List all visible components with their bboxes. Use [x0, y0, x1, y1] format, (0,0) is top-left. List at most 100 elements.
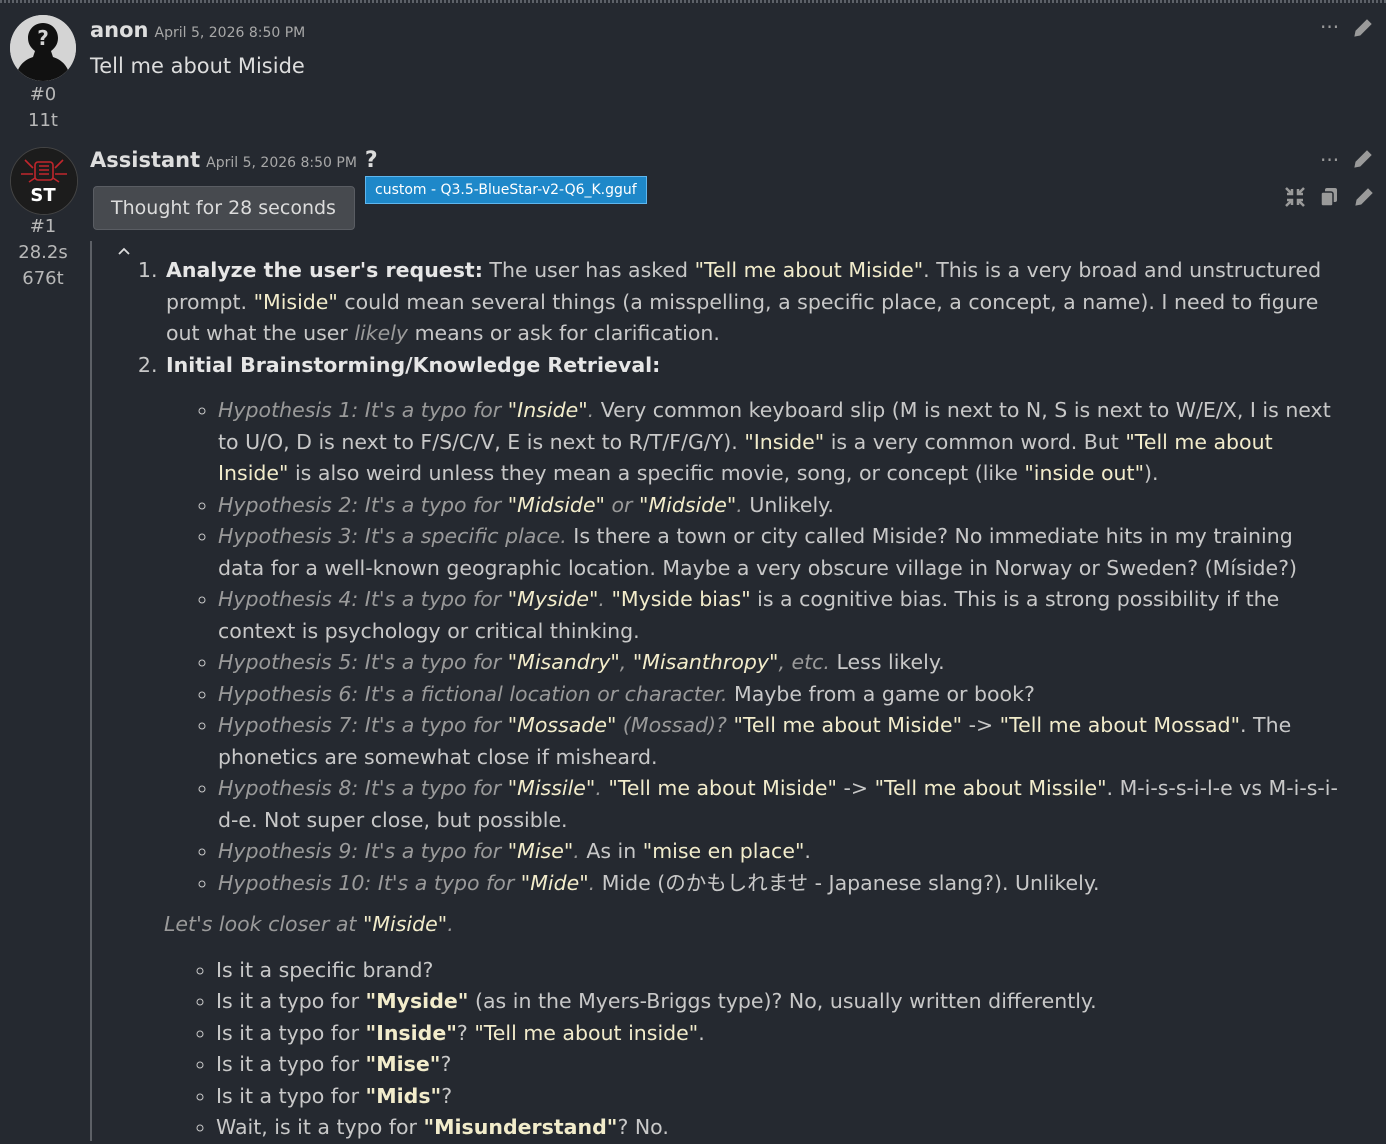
quote: "Tell me about Miside" [608, 776, 837, 800]
message-meta: #0 11t [0, 82, 86, 134]
text: (as in the Myers-Briggs type)? No, usual… [468, 989, 1097, 1013]
text: ? [456, 1020, 475, 1045]
quote: "Tell me about Miside" [733, 713, 963, 737]
text: is also weird unless they mean a specifi… [288, 461, 1025, 485]
hypothesis-lead: Hypothesis 2: It's a typo for [218, 492, 508, 517]
step-label: Initial Brainstorming/Knowledge Retrieva… [166, 352, 661, 377]
list-item: Is it a typo for "Inside"? "Tell me abou… [216, 1018, 1266, 1050]
hypothesis-lead: Hypothesis 4: It's a typo for [218, 587, 508, 611]
pencil-icon[interactable] [1352, 17, 1374, 42]
punct: . [595, 776, 602, 800]
quote: "Myside bias" [611, 587, 751, 611]
copy-icon[interactable] [1319, 186, 1339, 211]
quote: "Tell me about Missile" [874, 776, 1107, 800]
reasoning-steps: Analyze the user's request: The user has… [92, 255, 1339, 899]
reasoning-block: Analyze the user's request: The user has… [90, 241, 1342, 1141]
list-item: Hypothesis 9: It's a typo for "Mise". As… [218, 836, 1339, 868]
thought-toggle-button[interactable]: Thought for 28 seconds [93, 186, 355, 255]
quote: "Miside" [362, 912, 448, 936]
list-item: Hypothesis 5: It's a typo for "Misandry"… [218, 647, 1339, 679]
text: (Mossad)? [616, 713, 727, 737]
user-silhouette-icon: ? [10, 15, 76, 81]
quote: "Misunderstand" [423, 1115, 618, 1139]
reasoning-step: Initial Brainstorming/Knowledge Retrieva… [164, 350, 1339, 900]
list-item: Hypothesis 1: It's a typo for "Inside". … [218, 395, 1339, 490]
hypothesis-lead: Hypothesis 10: It's a typo for [218, 870, 521, 895]
list-item: Hypothesis 7: It's a typo for "Mossade" … [218, 710, 1339, 773]
message-index: #1 [29, 216, 57, 237]
punct: , [619, 650, 633, 674]
pencil-icon[interactable] [1352, 148, 1374, 173]
quote: "Inside" [507, 398, 588, 422]
list-item: Hypothesis 4: It's a typo for "Myside". … [218, 584, 1339, 647]
pencil-icon[interactable] [1353, 186, 1375, 211]
quote: "Myside" [365, 989, 469, 1013]
sender-name-text: anon [90, 18, 149, 42]
quote: "inside out" [1024, 461, 1144, 485]
more-horizontal-icon[interactable]: ··· [1320, 150, 1339, 170]
text: ). [1144, 461, 1159, 485]
quote: "Mise" [365, 1052, 441, 1076]
help-icon[interactable]: ? [365, 148, 378, 173]
text: or [605, 492, 640, 517]
message-user: ? #0 11t anon April 5, 2026 8:50 PM Tell … [0, 0, 1386, 140]
list-item: Is it a specific brand? [216, 955, 1266, 987]
message-index: #0 [29, 84, 57, 105]
text: means or ask for clarification. [408, 321, 720, 345]
hypothesis-lead: Hypothesis 9: It's a typo for [218, 839, 508, 863]
quote: "Midside" [639, 492, 737, 517]
token-count: 676t [22, 268, 64, 289]
text: Maybe from a game or book? [727, 681, 1035, 706]
collapse-icon[interactable] [1284, 186, 1306, 211]
list-item: Is it a typo for "Myside" (as in the Mye… [216, 986, 1266, 1018]
list-item: Is it a typo for "Mids"? [216, 1081, 1266, 1113]
text: ? [440, 1052, 452, 1076]
list-item: Hypothesis 8: It's a typo for "Missile".… [218, 773, 1339, 836]
message-meta: #1 28.2s 676t [0, 214, 86, 292]
paragraph: Let's look closer at "Miside". [164, 909, 1332, 941]
list-item: Hypothesis 2: It's a typo for "Midside" … [218, 490, 1339, 522]
text: is a very common word. But [824, 429, 1126, 454]
text: ? No. [617, 1115, 669, 1139]
quote: "Mide" [520, 870, 589, 895]
text: ? [441, 1083, 453, 1108]
hypothesis-lead: Hypothesis 3: It's a specific place. [218, 524, 567, 548]
text: Mide (のかもしれませ - Japanese slang?). Unlike… [595, 870, 1100, 895]
quote: "mise en place" [642, 839, 805, 863]
text: Is it a specific brand? [216, 957, 434, 982]
thought-label: Thought for 28 seconds [111, 197, 336, 219]
svg-text:?: ? [37, 26, 49, 50]
list-item: Hypothesis 6: It's a fictional location … [218, 679, 1339, 711]
text: Is it a typo for [216, 1052, 366, 1076]
avatar[interactable]: ? [10, 15, 76, 81]
text: -> [962, 713, 1000, 737]
quote: "Midside" [507, 492, 605, 517]
hypothesis-lead: Hypothesis 1: It's a typo for [218, 398, 508, 422]
timestamp: April 5, 2026 8:50 PM [154, 25, 306, 41]
list-item: Is it a typo for "Mise"? [216, 1049, 1266, 1081]
hypothesis-lead: Hypothesis 6: It's a fictional location … [218, 681, 728, 706]
quote: "Mise" [507, 839, 574, 863]
step-label: Analyze the user's request: [166, 258, 483, 282]
hypothesis-lead: Hypothesis 5: It's a typo for [218, 650, 508, 674]
quote: "Mossade" [507, 713, 617, 737]
timestamp: April 5, 2026 8:50 PM [206, 155, 357, 171]
hypothesis-list: Hypothesis 1: It's a typo for "Inside". … [166, 395, 1339, 899]
more-horizontal-icon[interactable]: ··· [1320, 17, 1339, 37]
text: could mean several things (a misspelling… [166, 289, 1319, 346]
quote: "Tell me about Mossad" [999, 713, 1241, 737]
quote: "Misanthropy" [632, 650, 779, 674]
message-text: Tell me about Miside [90, 54, 305, 78]
text: Less likely. [829, 650, 945, 674]
quote: "Miside" [253, 289, 338, 314]
sender-name-text: Assistant [90, 148, 201, 172]
text: Let's look closer at [164, 912, 363, 936]
list-item: Wait, is it a typo for "Misunderstand"? … [216, 1112, 1266, 1144]
question-list: Is it a specific brand? Is it a typo for… [92, 955, 1266, 1144]
text: Is it a typo for [216, 1083, 366, 1108]
model-tag: custom - Q3.5-BlueStar-v2-Q6_K.gguf [365, 176, 647, 204]
punct: . [598, 587, 605, 611]
sender-name: anon April 5, 2026 8:50 PM [90, 18, 305, 42]
text: -> [836, 776, 875, 800]
closer-section: Let's look closer at "Miside". Is it a s… [92, 909, 1332, 1144]
